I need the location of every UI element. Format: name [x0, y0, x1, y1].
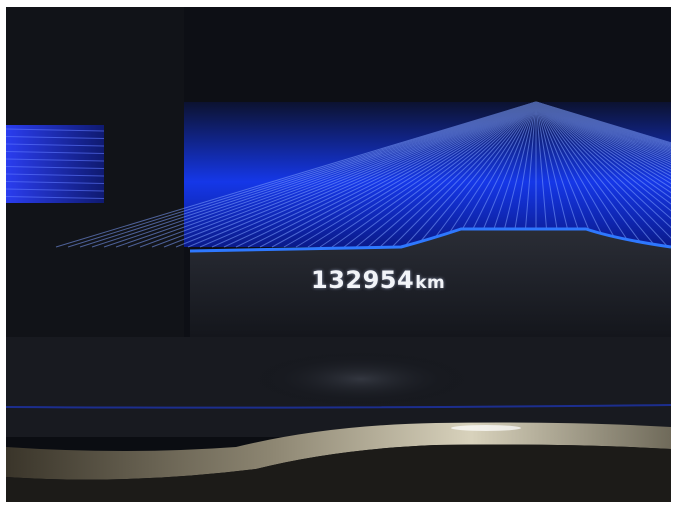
odometer-value: 132954	[311, 266, 415, 294]
dashboard-photo: 132954km	[6, 7, 671, 502]
instrument-cluster-scene	[6, 7, 671, 502]
odometer-unit: km	[415, 273, 446, 293]
odometer-readout: 132954km	[311, 266, 445, 294]
reflection	[251, 351, 471, 407]
trim-highlight	[451, 425, 521, 431]
